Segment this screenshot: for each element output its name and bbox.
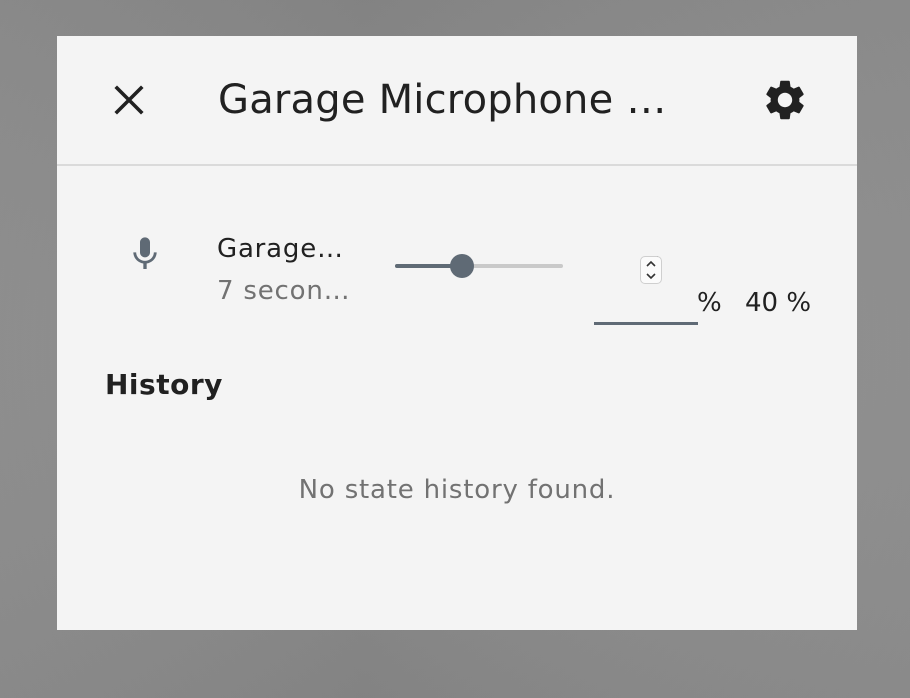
close-button[interactable] <box>105 76 153 124</box>
slider-thumb[interactable] <box>450 254 474 278</box>
settings-button[interactable] <box>761 76 809 124</box>
entity-icon <box>125 234 165 274</box>
close-icon <box>114 85 144 115</box>
last-changed-text: 7 second… <box>217 276 357 306</box>
entity-row: Garage … 7 second… 4 % 40 % <box>57 206 857 336</box>
state-value: 40 % <box>745 288 812 318</box>
dialog-header: Garage Microphone L… <box>57 36 857 166</box>
more-info-dialog: Garage Microphone L… Garage … 7 second… … <box>57 36 857 630</box>
unit-label: % <box>697 288 722 318</box>
spinner-arrows-icon <box>646 260 656 280</box>
gear-icon <box>766 80 804 120</box>
dialog-title: Garage Microphone L… <box>218 77 688 123</box>
level-slider[interactable] <box>395 252 563 280</box>
microphone-icon <box>133 237 157 269</box>
number-input[interactable]: 4 <box>594 242 698 325</box>
empty-history-message: No state history found. <box>298 475 616 505</box>
number-input-underline <box>594 322 698 325</box>
number-spinner[interactable] <box>640 256 662 284</box>
history-heading: History <box>105 368 223 401</box>
entity-name[interactable]: Garage … <box>217 232 345 266</box>
